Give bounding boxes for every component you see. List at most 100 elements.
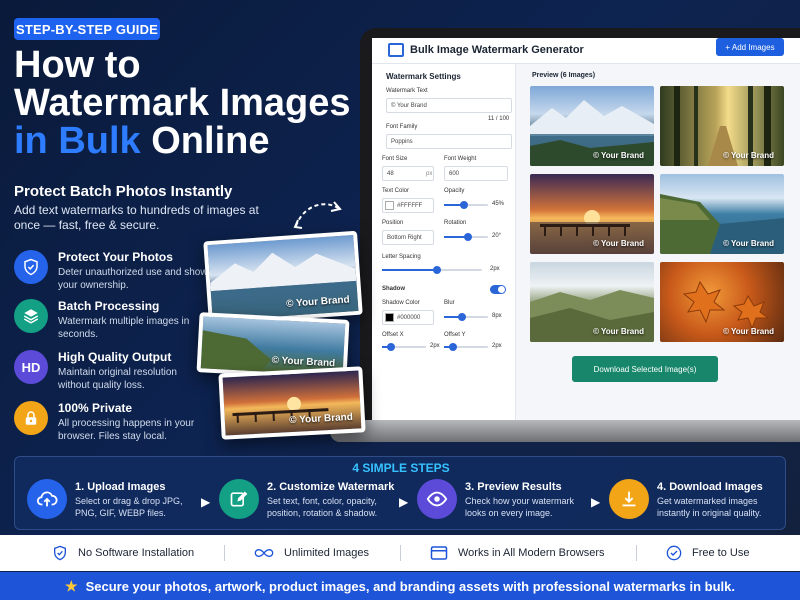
step-title: 1. Upload Images [75,481,166,493]
preview-image-1[interactable]: © Your Brand [530,86,654,166]
eye-icon [417,479,457,519]
opacity-value: 45% [492,201,505,207]
step-desc: Select or drag & drop JPG, PNG, GIF, WEB… [75,496,183,518]
tile-watermark: © Your Brand [723,151,774,160]
feature-desc: All processing happens in your browser. … [58,418,195,442]
download-selected-button[interactable]: Download Selected Image(s) [572,356,718,382]
headline: How to Watermark Images in Bulk Online [14,46,374,160]
add-images-button[interactable]: + Add Images [716,38,784,56]
feature-private: 100% Private All processing happens in y… [14,401,214,445]
preview-image-4[interactable]: © Your Brand [660,174,784,254]
tile-watermark: © Your Brand [593,239,644,248]
letter-spacing-slider[interactable] [382,266,482,274]
stack-photo-sunset: © Your Brand [218,366,366,440]
chevron-right-icon: ▶ [399,495,409,509]
step-download: 4. Download Images Get watermarked image… [609,477,783,525]
blur-label: Blur [444,300,455,306]
laptop-base [330,420,800,442]
browser-icon [430,546,448,560]
footer-bar: ★ Secure your photos, artwork, product i… [0,572,800,600]
preview-image-3[interactable]: © Your Brand [530,174,654,254]
blur-slider[interactable] [444,313,488,321]
feature-desc: Maintain original resolution without qua… [58,367,177,391]
shadow-color-label: Shadow Color [382,300,420,306]
steps-title: 4 SIMPLE STEPS [352,461,450,475]
feature-batch: Batch Processing Watermark multiple imag… [14,299,214,343]
benefit-label: No Software Installation [78,547,195,559]
preview-panel: Preview (6 Images) © Your Brand © Your B… [516,64,800,420]
layers-icon [14,299,48,333]
position-select[interactable]: Bottom Right [382,230,434,245]
infinity-icon [254,548,274,558]
font-size-label: Font Size [382,156,408,162]
font-weight-label: Font Weight [444,156,477,162]
rotation-value: 20° [492,233,502,239]
rotation-label: Rotation [444,220,467,226]
divider [224,545,225,561]
benefit-browsers: Works in All Modern Browsers [430,535,605,571]
app-window: Bulk Image Watermark Generator + Add Ima… [372,38,800,420]
tile-watermark: © Your Brand [723,327,774,336]
blur-value: 8px [492,313,502,319]
tile-watermark: © Your Brand [723,239,774,248]
font-family-label: Font Family [386,124,418,130]
feature-protect: Protect Your Photos Deter unauthorized u… [14,250,214,294]
footer-text: Secure your photos, artwork, product ima… [85,578,735,594]
step-title: 3. Preview Results [465,481,562,493]
preview-image-6[interactable]: © Your Brand [660,262,784,342]
shield-check-icon [54,545,66,561]
watermark-text-input[interactable]: © Your Brand [386,98,512,113]
preview-image-2[interactable]: © Your Brand [660,86,784,166]
text-color-swatch[interactable] [385,201,394,210]
step-customize: 2. Customize Watermark Set text, font, c… [219,477,409,525]
settings-panel: Watermark Settings Watermark Text © Your… [372,64,516,420]
font-weight-select[interactable]: 600 [444,166,508,181]
headline-tail: Online [140,120,270,162]
offset-x-label: Offset X [382,332,404,338]
offset-y-slider[interactable] [444,343,488,351]
image-icon [388,43,404,57]
offset-x-slider[interactable] [382,343,426,351]
lock-icon [14,401,48,435]
app-title: Bulk Image Watermark Generator [410,44,584,56]
upload-icon [27,479,67,519]
curved-arrow-icon [293,201,342,229]
letter-spacing-label: Letter Spacing [382,254,421,260]
stack-photo-mountain: © Your Brand [203,230,363,326]
benefit-label: Works in All Modern Browsers [458,547,605,559]
shadow-color-swatch[interactable] [385,313,394,322]
guide-badge: STEP-BY-STEP GUIDE [14,18,160,40]
benefit-no-install: No Software Installation [52,535,194,571]
letter-spacing-value: 2px [490,266,500,272]
step-desc: Get watermarked images instantly in orig… [657,496,762,518]
feature-title: Protect Your Photos [58,250,173,264]
opacity-slider[interactable] [444,201,488,209]
step-upload: 1. Upload Images Select or drag & drop J… [27,477,207,525]
offset-y-label: Offset Y [444,332,466,338]
offset-x-value: 2px [430,343,440,349]
tile-watermark: © Your Brand [593,327,644,336]
intro-text: Add text watermarks to hundreds of image… [14,203,259,232]
rotation-slider[interactable] [444,233,488,241]
font-family-select[interactable]: Poppins [386,134,512,149]
check-circle-icon [666,545,682,561]
benefit-unlimited: Unlimited Images [254,535,369,571]
text-color-label: Text Color [382,188,410,194]
step-desc: Set text, font, color, opacity, position… [267,496,378,518]
chevron-right-icon: ▶ [201,495,211,509]
headline-accent: in Bulk [14,120,141,162]
watermark-text-label: Watermark Text [386,88,428,94]
feature-title: Batch Processing [58,299,160,313]
chevron-right-icon: ▶ [591,495,601,509]
headline-line-1: How to [14,44,141,86]
shadow-toggle[interactable] [490,285,506,294]
feature-desc: Deter unauthorized use and show your own… [58,267,208,291]
headline-line-3: in Bulk Online [14,122,374,160]
preview-image-5[interactable]: © Your Brand [530,262,654,342]
position-label: Position [382,220,404,226]
step-preview: 3. Preview Results Check how your waterm… [417,477,597,525]
opacity-label: Opacity [444,188,465,194]
shadow-label: Shadow [382,286,406,292]
benefit-label: Free to Use [692,547,750,559]
step-title: 2. Customize Watermark [267,481,395,493]
